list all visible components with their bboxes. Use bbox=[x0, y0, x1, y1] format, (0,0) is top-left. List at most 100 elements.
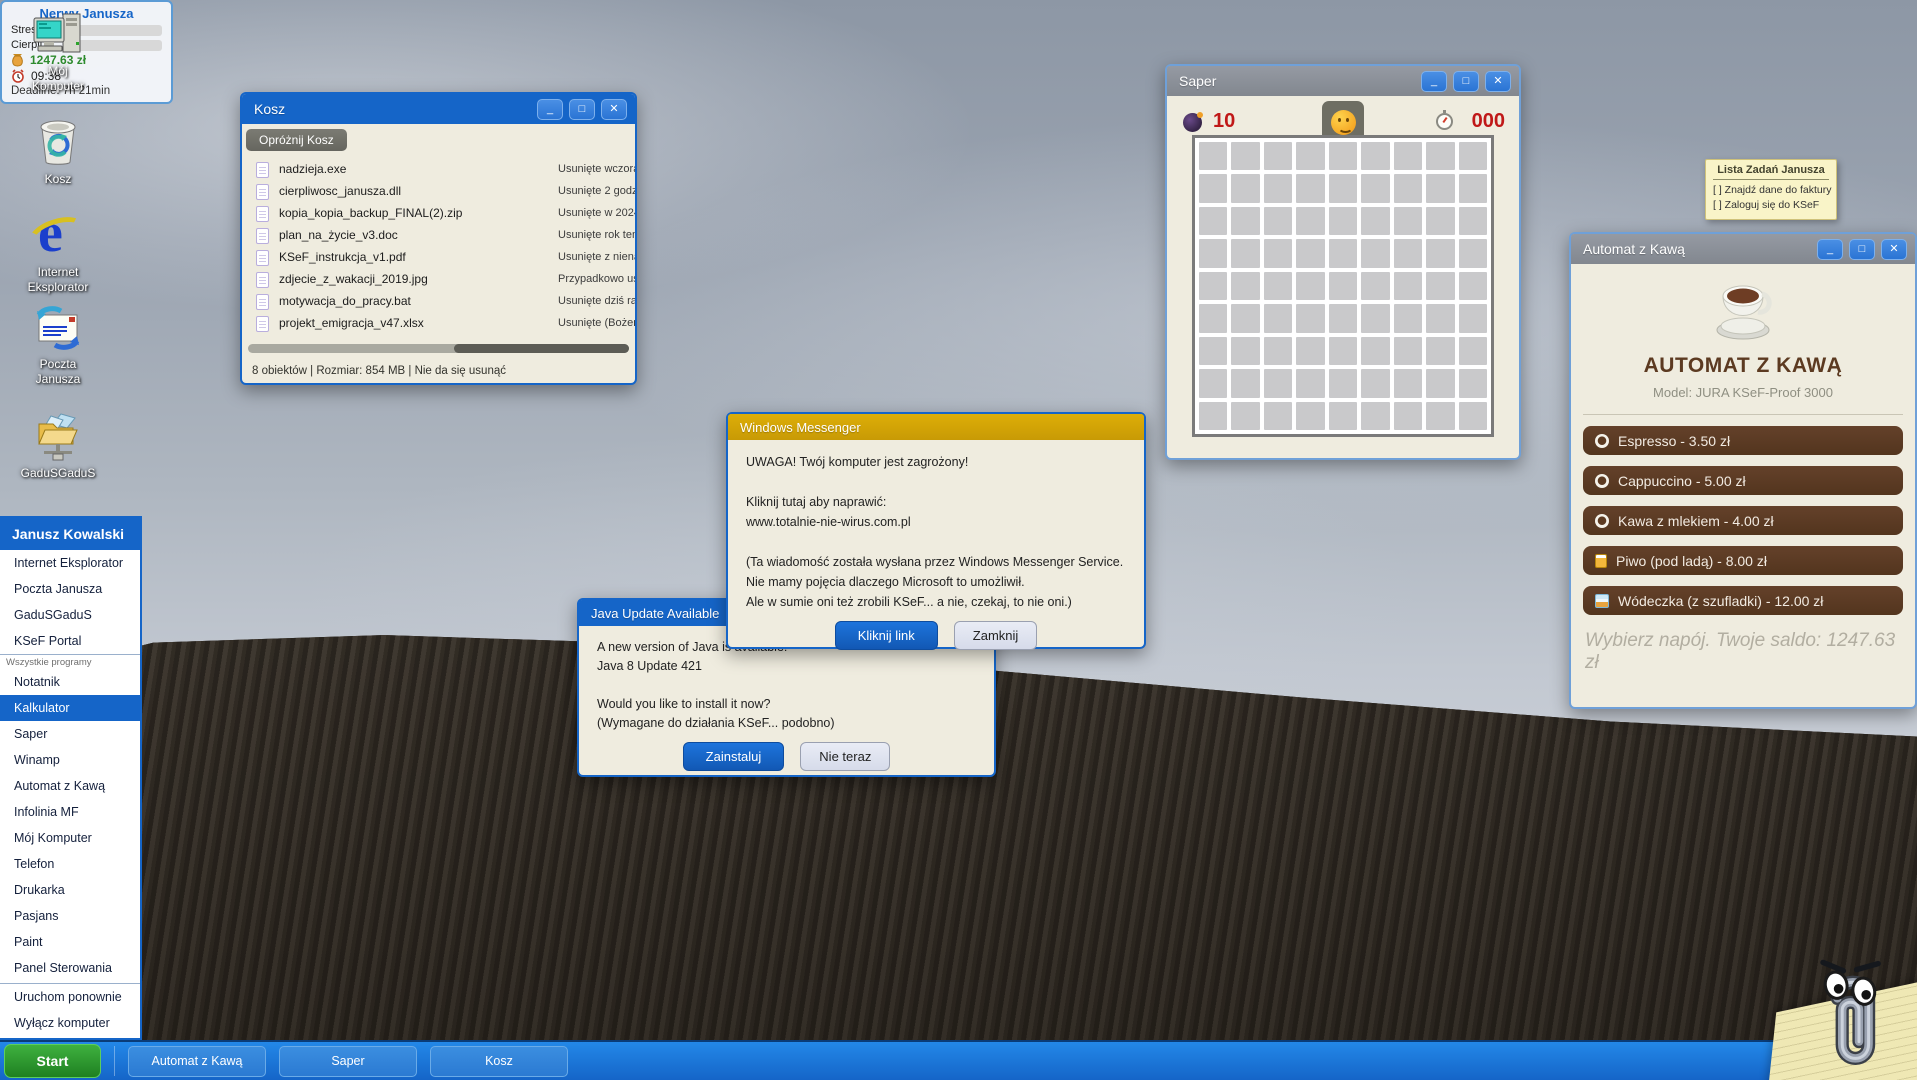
saper-cell[interactable] bbox=[1264, 402, 1292, 430]
empty-recycle-bin-button[interactable]: Opróżnij Kosz bbox=[246, 129, 347, 151]
desktop-icon-internet-explorer[interactable]: e Internet Eksplorator bbox=[10, 205, 106, 295]
saper-cell[interactable] bbox=[1264, 337, 1292, 365]
saper-cell[interactable] bbox=[1199, 239, 1227, 267]
start-menu-item[interactable]: Notatnik bbox=[0, 669, 140, 695]
note-task-item[interactable]: [ ] Znajdź dane do faktury bbox=[1713, 183, 1829, 198]
maximize-button[interactable]: □ bbox=[569, 99, 595, 120]
saper-cell[interactable] bbox=[1329, 402, 1357, 430]
scrollbar-thumb[interactable] bbox=[454, 344, 629, 353]
drink-button[interactable]: Kawa z mlekiem - 4.00 zł bbox=[1583, 506, 1903, 535]
start-menu-item[interactable]: Infolinia MF bbox=[0, 799, 140, 825]
start-menu-item[interactable]: Mój Komputer bbox=[0, 825, 140, 851]
saper-cell[interactable] bbox=[1296, 174, 1324, 202]
automat-titlebar[interactable]: Automat z Kawą _ □ ✕ bbox=[1571, 234, 1915, 264]
saper-cell[interactable] bbox=[1394, 272, 1422, 300]
saper-cell[interactable] bbox=[1361, 207, 1389, 235]
horizontal-scrollbar[interactable] bbox=[248, 344, 629, 353]
saper-cell[interactable] bbox=[1361, 337, 1389, 365]
saper-cell[interactable] bbox=[1459, 174, 1487, 202]
start-button[interactable]: Start bbox=[4, 1044, 101, 1078]
saper-cell[interactable] bbox=[1264, 142, 1292, 170]
saper-cell[interactable] bbox=[1459, 207, 1487, 235]
saper-cell[interactable] bbox=[1264, 174, 1292, 202]
saper-cell[interactable] bbox=[1199, 174, 1227, 202]
saper-cell[interactable] bbox=[1231, 272, 1259, 300]
saper-cell[interactable] bbox=[1459, 239, 1487, 267]
saper-cell[interactable] bbox=[1426, 369, 1454, 397]
saper-cell[interactable] bbox=[1264, 239, 1292, 267]
saper-cell[interactable] bbox=[1426, 207, 1454, 235]
desktop-icon-mail[interactable]: Poczta Janusza bbox=[10, 303, 106, 387]
drink-button[interactable]: Piwo (pod ladą) - 8.00 zł bbox=[1583, 546, 1903, 575]
minimize-button[interactable]: _ bbox=[537, 99, 563, 120]
saper-cell[interactable] bbox=[1296, 239, 1324, 267]
saper-cell[interactable] bbox=[1264, 207, 1292, 235]
kosz-file-row[interactable]: cierpliwosc_janusza.dll Usunięte 2 godz. bbox=[242, 181, 635, 203]
saper-cell[interactable] bbox=[1361, 142, 1389, 170]
saper-cell[interactable] bbox=[1459, 337, 1487, 365]
drink-button[interactable]: Cappuccino - 5.00 zł bbox=[1583, 466, 1903, 495]
saper-cell[interactable] bbox=[1231, 304, 1259, 332]
saper-cell[interactable] bbox=[1199, 272, 1227, 300]
saper-cell[interactable] bbox=[1459, 304, 1487, 332]
saper-cell[interactable] bbox=[1426, 337, 1454, 365]
saper-cell[interactable] bbox=[1394, 304, 1422, 332]
saper-cell[interactable] bbox=[1394, 174, 1422, 202]
saper-cell[interactable] bbox=[1296, 402, 1324, 430]
saper-cell[interactable] bbox=[1199, 369, 1227, 397]
saper-cell[interactable] bbox=[1361, 272, 1389, 300]
saper-cell[interactable] bbox=[1361, 369, 1389, 397]
saper-cell[interactable] bbox=[1199, 207, 1227, 235]
minimize-button[interactable]: _ bbox=[1421, 71, 1447, 92]
clippy-assistant[interactable] bbox=[1747, 920, 1917, 1080]
kosz-file-row[interactable]: projekt_emigracja_v47.xlsx Usunięte (Boż… bbox=[242, 313, 635, 335]
saper-cell[interactable] bbox=[1426, 402, 1454, 430]
saper-cell[interactable] bbox=[1231, 369, 1259, 397]
saper-cell[interactable] bbox=[1199, 402, 1227, 430]
saper-cell[interactable] bbox=[1426, 239, 1454, 267]
saper-cell[interactable] bbox=[1361, 402, 1389, 430]
saper-cell[interactable] bbox=[1296, 272, 1324, 300]
saper-cell[interactable] bbox=[1329, 207, 1357, 235]
start-menu-item[interactable]: Winamp bbox=[0, 747, 140, 773]
kosz-file-row[interactable]: KSeF_instrukcja_v1.pdf Usunięte z nienaw… bbox=[242, 247, 635, 269]
taskbar-task-button[interactable]: Automat z Kawą bbox=[128, 1046, 266, 1077]
saper-cell[interactable] bbox=[1296, 207, 1324, 235]
desktop-icon-recycle-bin[interactable]: Kosz bbox=[10, 118, 106, 187]
desktop-icon-gadusgadus[interactable]: GaduSGaduS bbox=[10, 408, 106, 481]
click-link-button[interactable]: Kliknij link bbox=[835, 621, 938, 650]
taskbar-task-button[interactable]: Kosz bbox=[430, 1046, 568, 1077]
saper-cell[interactable] bbox=[1199, 304, 1227, 332]
install-button[interactable]: Zainstaluj bbox=[683, 742, 785, 771]
desktop-icon-my-computer[interactable]: Mój Komputer bbox=[10, 12, 106, 94]
saper-cell[interactable] bbox=[1361, 239, 1389, 267]
saper-cell[interactable] bbox=[1264, 272, 1292, 300]
saper-cell[interactable] bbox=[1459, 369, 1487, 397]
saper-cell[interactable] bbox=[1199, 337, 1227, 365]
not-now-button[interactable]: Nie teraz bbox=[800, 742, 890, 771]
saper-cell[interactable] bbox=[1296, 142, 1324, 170]
kosz-file-row[interactable]: plan_na_życie_v3.doc Usunięte rok temu bbox=[242, 225, 635, 247]
saper-cell[interactable] bbox=[1296, 304, 1324, 332]
saper-cell[interactable] bbox=[1264, 369, 1292, 397]
saper-cell[interactable] bbox=[1426, 304, 1454, 332]
kosz-file-row[interactable]: motywacja_do_pracy.bat Usunięte dziś ran… bbox=[242, 291, 635, 313]
saper-cell[interactable] bbox=[1231, 174, 1259, 202]
saper-cell[interactable] bbox=[1459, 142, 1487, 170]
note-task-item[interactable]: [ ] Zaloguj się do KSeF bbox=[1713, 198, 1829, 213]
kosz-file-row[interactable]: zdjecie_z_wakacji_2019.jpg Przypadkowo u… bbox=[242, 269, 635, 291]
messenger-titlebar[interactable]: Windows Messenger bbox=[728, 414, 1144, 440]
saper-cell[interactable] bbox=[1394, 337, 1422, 365]
kosz-file-row[interactable]: nadzieja.exe Usunięte wczoraj bbox=[242, 159, 635, 181]
kosz-titlebar[interactable]: Kosz _ □ ✕ bbox=[242, 94, 635, 124]
saper-cell[interactable] bbox=[1394, 369, 1422, 397]
start-menu-item[interactable]: Panel Sterowania bbox=[0, 955, 140, 981]
start-menu-item[interactable]: Paint bbox=[0, 929, 140, 955]
saper-cell[interactable] bbox=[1329, 239, 1357, 267]
kosz-file-row[interactable]: kopia_kopia_backup_FINAL(2).zip Usunięte… bbox=[242, 203, 635, 225]
close-button[interactable]: ✕ bbox=[1881, 239, 1907, 260]
saper-cell[interactable] bbox=[1426, 272, 1454, 300]
saper-cell[interactable] bbox=[1329, 174, 1357, 202]
start-menu-item[interactable]: Pasjans bbox=[0, 903, 140, 929]
close-button[interactable]: ✕ bbox=[601, 99, 627, 120]
